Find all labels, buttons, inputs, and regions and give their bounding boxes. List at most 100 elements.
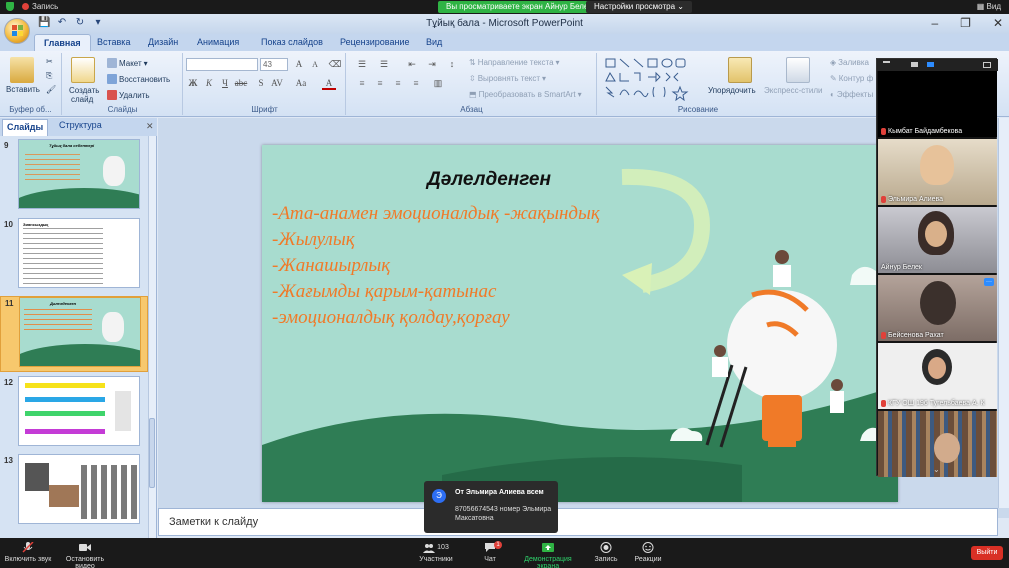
slide-thumbnail[interactable]: 9 Тұйық бала себептері	[0, 139, 148, 215]
format-painter-icon[interactable]: 🖌	[46, 85, 56, 94]
arrange-button[interactable]: Упорядочить	[708, 86, 756, 95]
chat-notification[interactable]: Э От Эльмира Алиева всем 87056674543 ном…	[424, 481, 558, 533]
share-screen-button[interactable]: Демонстрация экрана	[514, 542, 582, 568]
underline-icon[interactable]: Ч	[218, 77, 232, 90]
numbering-icon[interactable]: ☰	[377, 58, 391, 71]
tab-view[interactable]: Вид	[426, 37, 442, 47]
layout-button[interactable]: Макет ▾	[107, 58, 148, 68]
tab-outline[interactable]: Структура	[59, 120, 102, 130]
view-button[interactable]: ▦ Вид	[977, 2, 1001, 11]
shape-effects-button[interactable]: ◐ Эффекты	[830, 90, 873, 99]
font-size-field[interactable]: 43	[260, 58, 288, 71]
shield-icon	[6, 2, 14, 11]
align-right-icon[interactable]: ≡	[391, 77, 405, 90]
bold-icon[interactable]: Ж	[186, 77, 200, 90]
slide-thumbnail[interactable]: 12	[0, 376, 148, 452]
chat-message: 87056674543 номер Эльмира Максатовна	[455, 506, 552, 522]
thumb-text-lines	[23, 228, 103, 284]
recording-indicator[interactable]: Запись	[22, 2, 58, 11]
text-direction-button[interactable]: ⇅ Направление текста ▾	[469, 58, 560, 67]
canvas-scrollbar[interactable]	[998, 118, 1009, 508]
font-family-field[interactable]	[186, 58, 258, 71]
tab-design[interactable]: Дизайн	[148, 37, 178, 47]
chevron-down-icon[interactable]: ⌄	[933, 465, 940, 474]
increase-indent-icon[interactable]: ⇥	[425, 58, 439, 71]
notes-pane[interactable]: Заметки к слайду	[158, 508, 998, 536]
participant-tile[interactable]: КГУ ОШ 196 Тугельбаева А. К	[878, 343, 997, 409]
copy-icon[interactable]: ⎘	[46, 71, 52, 81]
speaker-view-icon[interactable]	[911, 62, 918, 67]
record-button[interactable]: Запись	[592, 542, 620, 563]
shadow-icon[interactable]: S	[254, 77, 268, 90]
shapes-gallery[interactable]	[604, 57, 700, 101]
save-icon[interactable]: 💾	[38, 17, 50, 29]
paste-button[interactable]: Вставить	[6, 85, 40, 94]
participant-tile[interactable]: Эльмира Алиева	[878, 139, 997, 205]
spacing-icon[interactable]: AV	[270, 77, 284, 90]
slides-group: Создать слайд Макет ▾ Восстановить Удали…	[63, 53, 183, 115]
participant-tile[interactable]: Кымбат Байдамбекова	[878, 71, 997, 137]
slide-thumbnail-selected[interactable]: 11 Дәлелденген	[0, 296, 148, 372]
stop-video-button[interactable]: Остановить видео	[56, 542, 114, 568]
tab-slideshow[interactable]: Показ слайдов	[261, 37, 323, 47]
font-color-icon[interactable]: A	[322, 77, 336, 90]
decrease-indent-icon[interactable]: ⇤	[405, 58, 419, 71]
slide-bullet: -эмоционалдық қолдау,қорғау	[272, 307, 510, 328]
undo-icon[interactable]: ↶	[56, 17, 68, 29]
bullets-icon[interactable]: ☰	[355, 58, 369, 71]
participant-tile[interactable]: ··· Бейсенова Рахат	[878, 275, 997, 341]
reset-button[interactable]: Восстановить	[107, 74, 170, 84]
shrink-font-icon[interactable]: A	[308, 58, 322, 71]
close-pane-icon[interactable]: ✕	[146, 121, 154, 132]
unmute-button[interactable]: Включить звук	[4, 542, 52, 563]
participant-tile[interactable]: Айнур Белек	[878, 207, 997, 273]
current-slide[interactable]: Дәлелденген -Ата-анамен эмоционалдық -жа…	[262, 145, 898, 502]
close-button[interactable]: ✕	[993, 16, 1003, 30]
tab-insert[interactable]: Вставка	[97, 37, 130, 47]
new-slide-icon[interactable]	[71, 57, 95, 83]
new-slide-label-2[interactable]: слайд	[71, 95, 93, 104]
thumb-heading: Дәлелденген	[50, 301, 77, 306]
participants-button[interactable]: 103 Участники	[418, 542, 454, 563]
cut-icon[interactable]: ✂	[46, 57, 53, 66]
quick-styles-icon[interactable]	[786, 57, 810, 83]
clear-format-icon[interactable]: ⌫	[328, 58, 342, 71]
tab-animation[interactable]: Анимация	[197, 37, 239, 47]
leave-button[interactable]: Выйти	[971, 546, 1003, 560]
grow-font-icon[interactable]: A	[292, 58, 306, 71]
tab-review[interactable]: Рецензирование	[340, 37, 410, 47]
view-options-button[interactable]: Настройки просмотра ⌄	[586, 1, 692, 13]
italic-icon[interactable]: К	[202, 77, 216, 90]
slide-thumbnail[interactable]: 10 Зиянсыздық	[0, 218, 148, 294]
redo-icon[interactable]: ↻	[74, 17, 86, 29]
shape-fill-button[interactable]: ◈ Заливка	[830, 58, 869, 67]
paste-icon[interactable]	[10, 57, 34, 83]
smartart-button[interactable]: ⬒ Преобразовать в SmartArt ▾	[469, 90, 582, 99]
gallery-options-icon[interactable]	[983, 62, 991, 68]
office-button[interactable]	[4, 18, 30, 44]
slide-thumbnail[interactable]: 13	[0, 454, 148, 530]
minimize-button[interactable]: –	[931, 16, 938, 30]
align-left-icon[interactable]: ≡	[355, 77, 369, 90]
restore-button[interactable]: ❐	[960, 16, 971, 30]
shape-outline-button[interactable]: ✎ Контур ф	[830, 74, 873, 83]
customize-qat-icon[interactable]: ▾	[92, 17, 104, 29]
more-options-icon[interactable]: ···	[984, 278, 994, 286]
tab-home[interactable]: Главная	[34, 34, 91, 51]
new-slide-label-1[interactable]: Создать	[69, 86, 99, 95]
quick-styles-button[interactable]: Экспресс-стили	[764, 86, 823, 95]
strike-icon[interactable]: abc	[234, 77, 248, 90]
pane-scroll-thumb[interactable]	[149, 418, 155, 488]
change-case-icon[interactable]: Aa	[294, 77, 308, 90]
minimize-gallery-icon[interactable]	[883, 61, 890, 63]
arrange-icon[interactable]	[728, 57, 752, 83]
align-center-icon[interactable]: ≡	[373, 77, 387, 90]
reactions-button[interactable]: Реакции	[634, 542, 662, 563]
tab-slides[interactable]: Слайды	[2, 119, 49, 136]
justify-icon[interactable]: ≡	[409, 77, 423, 90]
align-text-button[interactable]: ⇳ Выровнять текст ▾	[469, 74, 546, 83]
line-spacing-icon[interactable]: ↕	[445, 58, 459, 71]
gallery-strip-icon[interactable]	[927, 62, 934, 67]
delete-slide-button[interactable]: Удалить	[107, 90, 150, 100]
columns-icon[interactable]: ▥	[431, 77, 445, 90]
